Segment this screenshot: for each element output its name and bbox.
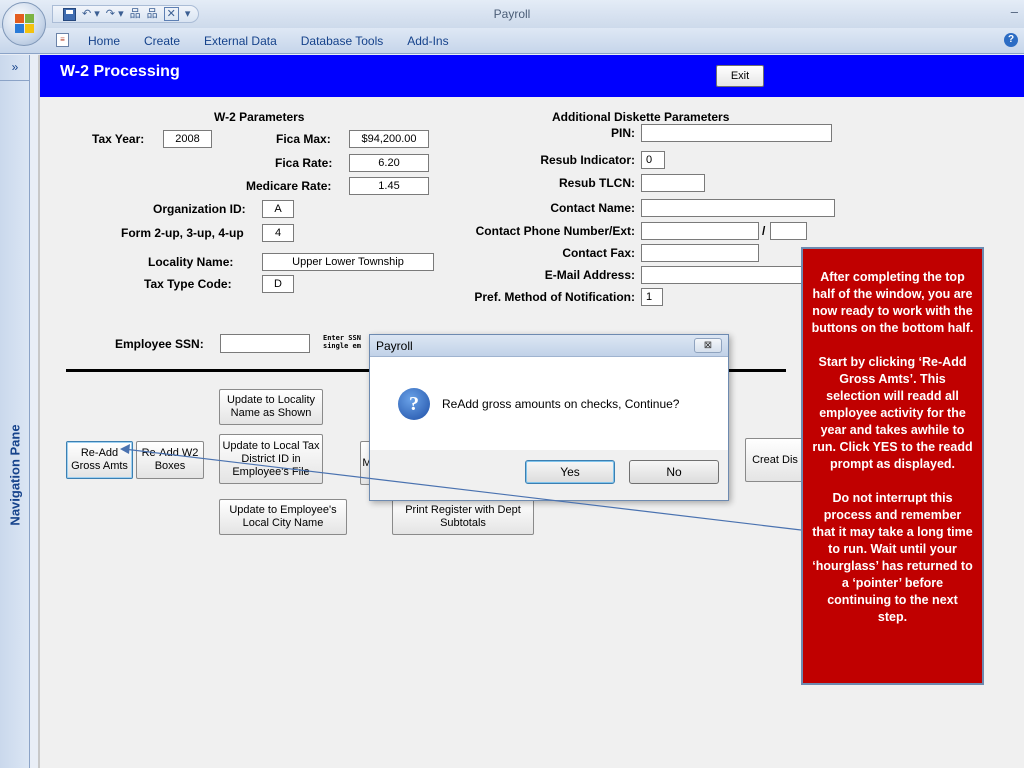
fica-rate-field[interactable]: 6.20 (349, 154, 429, 172)
ribbon-tab-bar: ≡ Home Create External Data Database Too… (0, 28, 1024, 54)
locality-name-label: Locality Name: (148, 255, 234, 269)
create-diskette-button[interactable]: Creat Dis (745, 438, 805, 482)
form-title: W-2 Processing (60, 63, 180, 80)
organization-id-label: Organization ID: (153, 202, 246, 216)
print-register-button[interactable]: Print Register with Dept Subtotals (392, 499, 534, 535)
contact-name-label: Contact Name: (550, 201, 635, 215)
exit-button[interactable]: Exit (716, 65, 764, 87)
resub-indicator-field[interactable]: 0 (641, 151, 665, 169)
pref-method-label: Pref. Method of Notification: (474, 290, 635, 304)
contact-fax-field[interactable] (641, 244, 759, 262)
tab-home[interactable]: Home (88, 34, 120, 48)
tax-type-label: Tax Type Code: (144, 277, 232, 291)
update-city-button[interactable]: Update to Employee's Local City Name (219, 499, 347, 535)
email-label: E-Mail Address: (544, 268, 635, 282)
contact-phone-field[interactable] (641, 222, 759, 240)
contact-ext-field[interactable] (770, 222, 807, 240)
tax-year-label: Tax Year: (92, 132, 145, 146)
fica-rate-label: Fica Rate: (275, 156, 333, 170)
pin-field[interactable] (641, 124, 832, 142)
tab-database-tools[interactable]: Database Tools (301, 34, 384, 48)
locality-name-field[interactable]: Upper Lower Township (262, 253, 434, 271)
dialog-footer: Yes No (370, 450, 728, 500)
navigation-pane-label[interactable]: Navigation Pane (3, 395, 27, 555)
dialog-title: Payroll (376, 339, 413, 353)
dialog-title-bar: Payroll ⊠ (370, 335, 728, 357)
medicare-rate-field[interactable]: 1.45 (349, 177, 429, 195)
phone-ext-separator: / (762, 224, 766, 238)
no-button[interactable]: No (629, 460, 719, 484)
fica-max-field[interactable]: $94,200.00 (349, 130, 429, 148)
minimize-button[interactable]: – (1011, 4, 1018, 19)
callout-paragraph-2: Start by clicking ‘Re-Add Gross Amts’. T… (812, 355, 973, 471)
pin-label: PIN: (611, 126, 635, 140)
medicare-rate-label: Medicare Rate: (246, 179, 332, 193)
navigation-pane: » Navigation Pane (0, 55, 30, 768)
dialog-body: ? ReAdd gross amounts on checks, Continu… (370, 358, 728, 450)
dialog-message: ReAdd gross amounts on checks, Continue? (442, 397, 680, 411)
update-locality-button[interactable]: Update to Locality Name as Shown (219, 389, 323, 425)
fica-max-label: Fica Max: (276, 132, 331, 146)
office-logo-icon (15, 14, 35, 34)
contact-name-field[interactable] (641, 199, 835, 217)
readd-gross-amts-button[interactable]: Re-Add Gross Amts (66, 441, 133, 479)
yes-button[interactable]: Yes (525, 460, 615, 484)
confirm-dialog: Payroll ⊠ ? ReAdd gross amounts on check… (369, 334, 729, 501)
ssn-note: Enter SSN single em (323, 334, 361, 350)
employee-ssn-label: Employee SSN: (115, 337, 204, 351)
ssn-note-line2: single em (323, 342, 361, 350)
document-icon[interactable]: ≡ (56, 33, 69, 47)
pref-method-field[interactable]: 1 (641, 288, 663, 306)
callout-paragraph-1: After completing the top half of the win… (811, 270, 974, 335)
window-title: Payroll (493, 7, 531, 21)
w2-parameters-heading: W-2 Parameters (214, 110, 305, 124)
readd-w2-boxes-button[interactable]: Re-Add W2 Boxes (136, 441, 204, 479)
instruction-callout: After completing the top half of the win… (801, 247, 984, 685)
title-bar: ↶ ▾ ↷ ▾ 品 品 ✕ ▾ Payroll – (0, 0, 1024, 28)
employee-ssn-field[interactable] (220, 334, 310, 353)
expand-nav-pane-icon[interactable]: » (0, 55, 30, 81)
tab-external-data[interactable]: External Data (204, 34, 277, 48)
callout-paragraph-3: Do not interrupt this process and rememb… (812, 491, 973, 624)
question-icon: ? (398, 388, 430, 420)
organization-id-field[interactable]: A (262, 200, 294, 218)
form-up-field[interactable]: 4 (262, 224, 294, 242)
tab-create[interactable]: Create (144, 34, 180, 48)
navigation-pane-text: Navigation Pane (7, 424, 23, 526)
help-icon[interactable]: ? (1004, 33, 1018, 47)
contact-fax-label: Contact Fax: (562, 246, 635, 260)
contact-phone-label: Contact Phone Number/Ext: (475, 224, 635, 238)
tab-add-ins[interactable]: Add-Ins (407, 34, 448, 48)
tax-type-field[interactable]: D (262, 275, 294, 293)
tax-year-field[interactable]: 2008 (163, 130, 212, 148)
form-header: W-2 Processing Exit (40, 55, 1024, 97)
diskette-parameters-heading: Additional Diskette Parameters (552, 110, 730, 124)
resub-indicator-label: Resub Indicator: (540, 153, 635, 167)
resub-tlcn-field[interactable] (641, 174, 705, 192)
ribbon-tabs: Home Create External Data Database Tools… (88, 34, 473, 48)
resub-tlcn-label: Resub TLCN: (559, 176, 635, 190)
form-up-label: Form 2-up, 3-up, 4-up (121, 226, 244, 240)
office-button[interactable] (2, 2, 46, 46)
dialog-close-icon[interactable]: ⊠ (694, 338, 722, 353)
ssn-note-line1: Enter SSN (323, 334, 361, 342)
update-local-tax-button[interactable]: Update to Local Tax District ID in Emplo… (219, 434, 323, 484)
